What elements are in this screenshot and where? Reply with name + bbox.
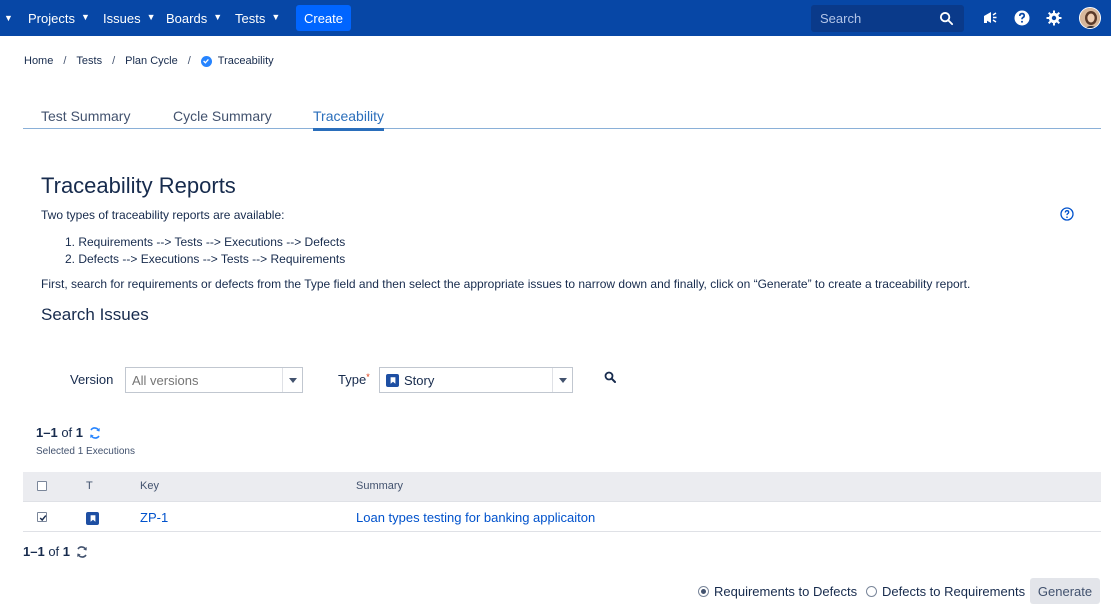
column-header-summary[interactable]: Summary [356, 480, 403, 492]
search-icon[interactable] [939, 11, 954, 26]
nav-projects[interactable]: Projects ▼ [28, 0, 90, 36]
tab-cycle-summary[interactable]: Cycle Summary [173, 108, 272, 128]
tab-test-summary[interactable]: Test Summary [41, 108, 130, 128]
radio-requirements-to-defects[interactable]: Requirements to Defects [698, 584, 857, 599]
breadcrumb-tests[interactable]: Tests [76, 55, 102, 67]
breadcrumb-separator: / [112, 55, 116, 67]
required-asterisk: * [366, 372, 370, 382]
count-total: 1 [62, 544, 71, 559]
report-tabs: Test Summary Cycle Summary Traceability [23, 104, 1101, 131]
breadcrumb-plan-cycle[interactable]: Plan Cycle [125, 55, 178, 67]
nav-issues-label: Issues [103, 10, 141, 26]
column-header-type[interactable]: T [86, 480, 93, 492]
result-count-top: 1–1 of 1 [36, 425, 102, 440]
radio-defects-to-requirements[interactable]: Defects to Requirements [866, 584, 1025, 599]
page-title: Traceability Reports [41, 173, 236, 198]
version-select[interactable] [125, 367, 303, 393]
tab-traceability[interactable]: Traceability [313, 108, 385, 131]
count-of: of [48, 544, 60, 559]
breadcrumb: Home / Tests / Plan Cycle / Traceability [24, 55, 274, 67]
create-button[interactable]: Create [296, 5, 351, 31]
list-item: 2. Defects --> Executions --> Tests --> … [65, 252, 346, 266]
settings-gear-icon[interactable] [1045, 9, 1063, 27]
radio-label: Requirements to Defects [714, 584, 858, 599]
nav-issues[interactable]: Issues ▼ [103, 0, 156, 36]
story-icon [386, 373, 399, 387]
results-table-header: T Key Summary [23, 472, 1101, 502]
nav-tests[interactable]: Tests ▼ [235, 0, 280, 36]
type-label: Type* [338, 372, 370, 387]
radio-button-selected[interactable] [698, 586, 709, 597]
breadcrumb-traceability: Traceability [217, 55, 274, 67]
breadcrumb-separator: / [63, 55, 67, 67]
version-dropdown-arrow-icon[interactable] [282, 368, 302, 392]
intro-text: Two types of traceability reports are av… [41, 208, 285, 222]
issue-summary-link[interactable]: Loan types testing for banking applicait… [356, 510, 595, 525]
count-of: of [61, 425, 73, 440]
breadcrumb-home[interactable]: Home [24, 55, 53, 67]
generate-button[interactable]: Generate [1030, 578, 1100, 604]
radio-label: Defects to Requirements [882, 584, 1026, 599]
help-icon[interactable] [1013, 9, 1031, 27]
chevron-down-icon: ▼ [146, 12, 156, 22]
user-avatar[interactable] [1079, 7, 1101, 29]
select-all-checkbox[interactable] [37, 481, 47, 491]
type-label-text: Type [338, 372, 367, 387]
list-item: 1. Requirements --> Tests --> Executions… [65, 235, 346, 249]
global-search[interactable] [811, 5, 964, 32]
count-range: 1–1 [23, 544, 45, 559]
help-circle-icon[interactable] [1060, 207, 1074, 221]
count-total: 1 [75, 425, 84, 440]
type-select[interactable]: Story [379, 367, 573, 393]
refresh-icon[interactable] [88, 426, 102, 440]
top-navigation-bar: ▼ Projects ▼ Issues ▼ Boards ▼ Tests ▼ Creat… [0, 0, 1111, 36]
issue-key-link[interactable]: ZP-1 [140, 510, 168, 525]
search-icon[interactable] [604, 371, 616, 383]
search-input[interactable] [820, 11, 940, 26]
check-circle-icon [200, 55, 212, 67]
checkmark-icon [39, 514, 46, 521]
count-range: 1–1 [36, 425, 58, 440]
chevron-down-icon: ▼ [271, 12, 281, 22]
avatar-portrait-icon [1080, 8, 1100, 28]
column-header-key[interactable]: Key [140, 480, 159, 492]
notifications-megaphone-icon[interactable] [981, 9, 999, 27]
refresh-icon[interactable] [75, 545, 89, 559]
type-dropdown-arrow-icon[interactable] [552, 368, 572, 392]
table-row[interactable]: ZP-1 Loan types testing for banking appl… [23, 503, 1101, 532]
story-icon [86, 512, 99, 525]
version-label: Version [70, 372, 114, 387]
search-issues-heading: Search Issues [41, 305, 149, 324]
result-count-bottom: 1–1 of 1 [23, 544, 89, 559]
chevron-down-icon: ▼ [80, 12, 90, 22]
nav-boards[interactable]: Boards ▼ [166, 0, 222, 36]
chevron-down-icon: ▼ [213, 12, 223, 22]
app-switcher-chevron-icon[interactable]: ▼ [4, 0, 13, 36]
nav-tests-label: Tests [235, 10, 266, 26]
nav-boards-label: Boards [166, 10, 208, 26]
nav-projects-label: Projects [28, 10, 75, 26]
version-input[interactable] [126, 372, 276, 388]
radio-button[interactable] [866, 586, 877, 597]
report-types-list: 1. Requirements --> Tests --> Executions… [65, 234, 345, 268]
row-checkbox[interactable] [37, 512, 47, 522]
instruction-text: First, search for requirements or defect… [41, 277, 971, 291]
selected-executions-text: Selected 1 Executions [36, 446, 135, 457]
breadcrumb-separator: / [187, 55, 191, 67]
type-select-value: Story [404, 372, 435, 388]
